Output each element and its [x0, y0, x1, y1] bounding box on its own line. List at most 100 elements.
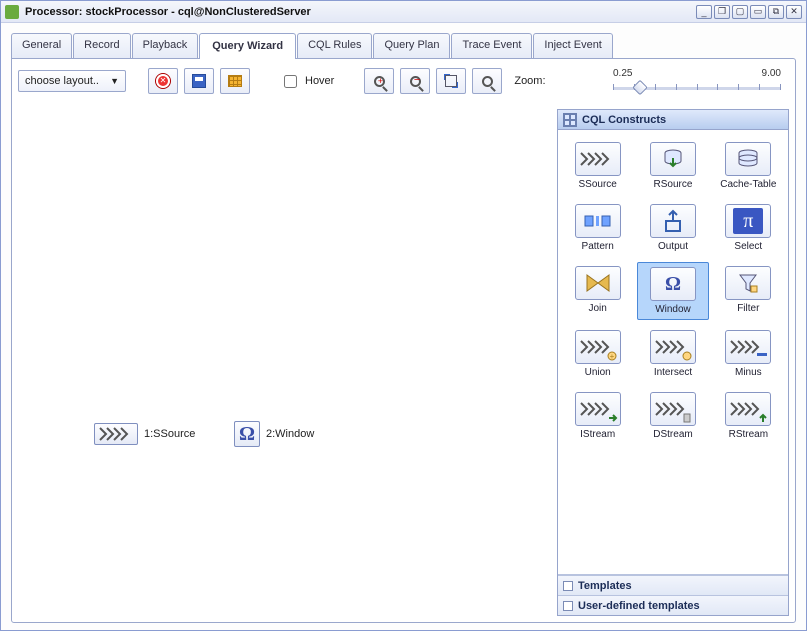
palette-tool-label: Join — [588, 303, 606, 314]
slider-thumb[interactable] — [632, 79, 648, 95]
svg-text:+: + — [609, 352, 614, 361]
palette-tool-label: SSource — [578, 179, 616, 190]
palette-tool-label: DStream — [653, 429, 692, 440]
palette-tool-union[interactable]: + Union — [562, 326, 633, 382]
zoom-slider-area: 0.25 9.00 — [613, 68, 781, 95]
rsource-icon — [650, 142, 696, 176]
hover-toggle[interactable]: Hover — [280, 72, 334, 91]
tab-query-wizard[interactable]: Query Wizard — [199, 33, 296, 58]
palette-body: SSource RSource Cache-Table PatternOutputπS… — [558, 130, 788, 575]
maximize-icon[interactable]: ▭ — [750, 5, 766, 19]
palette-tool-window[interactable]: Ω Window — [637, 262, 708, 320]
output-icon — [650, 204, 696, 238]
palette-tool-join[interactable]: Join — [562, 262, 633, 320]
zoom-min: 0.25 — [613, 68, 632, 79]
palette-pane: CQL Constructs SSource RSource Cache-Table… — [557, 109, 789, 616]
chevron-down-icon: ▼ — [110, 76, 119, 86]
palette-tool-label: RSource — [654, 179, 693, 190]
palette-tool-filter[interactable]: Filter — [713, 262, 784, 320]
zoom-in-icon: + — [374, 76, 385, 87]
section-user-templates-label: User-defined templates — [578, 600, 700, 612]
ssource-icon — [94, 423, 138, 445]
palette-header: CQL Constructs — [558, 110, 788, 130]
tab-playback[interactable]: Playback — [132, 33, 199, 58]
tab-query-plan[interactable]: Query Plan — [373, 33, 450, 58]
palette-tool-label: IStream — [580, 429, 615, 440]
zoom-max: 9.00 — [762, 68, 781, 79]
palette-tool-label: Filter — [737, 303, 759, 314]
rstream-icon — [725, 392, 771, 426]
palette-tool-label: Intersect — [654, 367, 692, 378]
tab-general[interactable]: General — [11, 33, 72, 58]
toolbar: choose layout.. ▼ Hover + − Zoom: — [12, 59, 795, 103]
section-user-templates[interactable]: User-defined templates — [558, 595, 788, 615]
app-window: Processor: stockProcessor - cql@NonClust… — [0, 0, 807, 631]
content-area: General Record Playback Query Wizard CQL… — [1, 23, 806, 630]
palette-tool-label: Window — [655, 304, 691, 315]
palette-tool-ssource[interactable]: SSource — [562, 138, 633, 194]
minus-icon — [725, 330, 771, 364]
palette-tool-intersect[interactable]: Intersect — [637, 326, 708, 382]
zoom-slider[interactable] — [613, 81, 781, 95]
restore-down-icon[interactable]: ❐ — [714, 5, 730, 19]
join-icon — [575, 266, 621, 300]
grid-icon — [228, 75, 242, 87]
zoom-fit-icon — [445, 75, 457, 87]
palette-tool-label: RStream — [729, 429, 768, 440]
window-icon: Ω — [650, 267, 696, 301]
app-logo-icon — [5, 5, 19, 19]
palette-tool-label: Union — [585, 367, 611, 378]
collapse-icon — [563, 601, 573, 611]
palette-tool-minus[interactable]: Minus — [713, 326, 784, 382]
minimize-icon[interactable]: _ — [696, 5, 712, 19]
window-icon: Ω — [234, 421, 260, 447]
collapse-icon — [563, 581, 573, 591]
grid-header-icon — [563, 113, 577, 127]
tab-bar: General Record Playback Query Wizard CQL… — [11, 33, 796, 58]
palette-tool-label: Select — [734, 241, 762, 252]
magnifier-icon — [482, 76, 493, 87]
zoom-out-icon: − — [410, 76, 421, 87]
external-icon[interactable]: ⧉ — [768, 5, 784, 19]
palette-tool-label: Minus — [735, 367, 762, 378]
zoom-in-button[interactable]: + — [364, 68, 394, 94]
layout-select[interactable]: choose layout.. ▼ — [18, 70, 126, 92]
save-button[interactable] — [184, 68, 214, 94]
tab-inject-event[interactable]: Inject Event — [533, 33, 612, 58]
canvas-node-window[interactable]: Ω 2:Window — [234, 421, 314, 447]
palette-tool-select[interactable]: π Select — [713, 200, 784, 256]
tab-record[interactable]: Record — [73, 33, 130, 58]
titlebar: Processor: stockProcessor - cql@NonClust… — [1, 1, 806, 23]
hover-checkbox[interactable] — [284, 75, 297, 88]
palette-tool-istream[interactable]: IStream — [562, 388, 633, 444]
cache-table-icon — [725, 142, 771, 176]
canvas-node-ssource[interactable]: 1:SSource — [94, 423, 195, 445]
palette-tool-rsource[interactable]: RSource — [637, 138, 708, 194]
window-title: Processor: stockProcessor - cql@NonClust… — [25, 6, 311, 18]
palette-tool-dstream[interactable]: DStream — [637, 388, 708, 444]
zoom-reset-button[interactable] — [472, 68, 502, 94]
zoom-out-button[interactable]: − — [400, 68, 430, 94]
union-icon: + — [575, 330, 621, 364]
design-canvas[interactable]: 1:SSource Ω 2:Window — [16, 109, 557, 618]
intersect-icon — [650, 330, 696, 364]
istream-icon — [575, 392, 621, 426]
hover-label: Hover — [305, 75, 334, 87]
palette-tool-output[interactable]: Output — [637, 200, 708, 256]
select-icon: π — [725, 204, 771, 238]
tab-panel: choose layout.. ▼ Hover + − Zoom: — [11, 58, 796, 623]
palette-tool-cache-table[interactable]: Cache-Table — [713, 138, 784, 194]
palette-tool-pattern[interactable]: Pattern — [562, 200, 633, 256]
tab-trace-event[interactable]: Trace Event — [451, 33, 532, 58]
section-templates[interactable]: Templates — [558, 575, 788, 595]
palette-tool-rstream[interactable]: RStream — [713, 388, 784, 444]
pattern-icon — [575, 204, 621, 238]
close-icon[interactable]: ✕ — [786, 5, 802, 19]
palette-tool-label: Cache-Table — [720, 179, 776, 190]
node-label: 2:Window — [266, 428, 314, 440]
tab-cql-rules[interactable]: CQL Rules — [297, 33, 372, 58]
delete-button[interactable] — [148, 68, 178, 94]
restore-icon[interactable]: ▢ — [732, 5, 748, 19]
zoom-fit-button[interactable] — [436, 68, 466, 94]
grid-button[interactable] — [220, 68, 250, 94]
